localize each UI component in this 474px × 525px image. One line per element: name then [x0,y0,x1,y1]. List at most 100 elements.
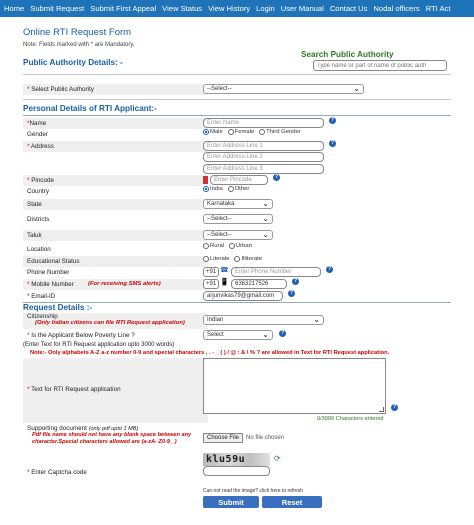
address-line-1-input[interactable]: Enter Address Line 1 [203,141,324,151]
gender-radio-group: Male Female Third Gender [203,129,304,136]
state-dropdown[interactable]: Karnataka ⌄ [203,199,273,209]
name-row [23,118,208,129]
help-icon[interactable]: ? [391,404,398,411]
taluk-dropdown[interactable]: --Select-- ⌄ [203,230,273,240]
country-other-radio[interactable] [227,186,234,193]
top-navigation: Home Submit Request Submit First Appeal … [0,0,474,17]
nav-contact-us[interactable]: Contact Us [330,4,368,13]
captcha-label: * Enter Captcha code [27,469,87,476]
citizenship-dropdown[interactable]: Indian ⌄ [203,315,324,325]
select-authority-dropdown[interactable]: --Select-- ⌄ [203,84,364,94]
nav-nodal-officers[interactable]: Nodal officers [373,4,419,13]
help-icon[interactable]: ? [329,117,336,124]
document-warning: Pdf file name should not have any blank … [32,432,192,445]
country-india-radio[interactable] [203,186,209,193]
help-icon[interactable]: ? [279,330,286,337]
name-input[interactable]: Enter Name [203,118,324,128]
submit-button[interactable]: Submit [203,496,259,508]
name-label: *Name [27,120,47,127]
education-radio-group: Literate Illiterate [203,256,265,263]
education-illiterate-radio[interactable] [234,256,241,263]
location-urban-radio[interactable] [228,243,235,250]
address-label: * Address [27,143,54,150]
refresh-icon[interactable]: ⟳ [274,454,281,463]
text-request-label: * Text for RTI Request application [27,386,121,393]
nav-view-status[interactable]: View Status [162,4,202,13]
mobile-input[interactable]: 6363217526 [231,279,287,289]
gender-male-radio[interactable] [203,129,209,136]
bpl-label: * Is the Applicant Below Poverty Line ? [27,332,135,339]
help-icon[interactable]: ? [288,290,295,297]
location-rural-radio[interactable] [203,243,209,250]
search-authority-title: Search Public Authority [301,50,394,59]
bpl-dropdown[interactable]: Select ⌄ [203,330,273,340]
email-label: * Email-ID [27,293,56,300]
nav-login[interactable]: Login [256,4,275,13]
chevron-down-icon: ⌄ [262,199,269,208]
help-icon[interactable]: ? [329,140,336,147]
education-label: Educational Status [27,258,80,265]
request-details-section-title: Request Details :- [23,303,93,312]
nav-submit-first-appeal[interactable]: Submit First Appeal [90,4,156,13]
districts-label: Districts [27,216,50,223]
select-authority-label: * Select Public Authority [27,86,94,93]
divider [23,74,451,75]
taluk-label: Taluk [27,232,42,239]
character-counter: 0/3000 Characters entered [317,416,384,422]
citizenship-label: Citizenship [27,313,58,320]
pincode-input[interactable]: Enter Pincode [210,175,268,185]
supporting-document-label: Supporting document (only pdf upto 1 MB) [27,425,139,432]
country-label: Country [27,188,50,195]
search-authority-input[interactable] [313,60,447,71]
text-request-textarea[interactable] [203,358,386,414]
page-title: Online RTI Request Form [23,27,132,38]
chevron-down-icon: ⌄ [353,84,360,93]
nav-home[interactable]: Home [4,4,24,13]
nav-submit-request[interactable]: Submit Request [30,4,84,13]
help-icon[interactable]: ? [273,174,280,181]
chevron-down-icon: ⌄ [262,214,269,223]
state-label: State [27,201,42,208]
no-file-text: No file chosen [246,435,285,441]
help-icon[interactable]: ? [326,266,333,273]
education-literate-radio[interactable] [203,256,209,263]
mobile-note: (For receiving SMS alerts) [88,281,161,287]
refresh-link[interactable]: Can not read the image? click here to re… [203,488,303,494]
chevron-down-icon: ⌄ [262,230,269,239]
location-radio-group: Rural Urban [203,243,255,250]
resize-handle-icon[interactable] [379,407,384,412]
location-label: Location [27,246,51,253]
mandatory-note: Note: Fields marked with * are Mandatory… [23,42,135,48]
citizenship-note: (Only Indian citizens can file RTI Reque… [35,320,185,326]
phone-input[interactable]: Enter Phone Number [231,267,321,277]
text-hint: (Enter Text for RTI Request application … [23,342,175,348]
personal-details-section-title: Personal Details of RTI Applicant:- [23,104,157,113]
gender-label: Gender [27,131,49,138]
file-upload: Choose File No file chosen [203,433,284,443]
districts-dropdown[interactable]: --Select-- ⌄ [203,214,273,224]
pincode-marker-icon [203,176,208,184]
divider [23,99,451,100]
phone-icon: ☎ [220,267,229,274]
nav-view-history[interactable]: View History [208,4,250,13]
divider [23,115,451,116]
chevron-down-icon: ⌄ [262,330,269,339]
address-line-3-input[interactable]: Enter Address Line 3 [203,164,324,174]
mobile-icon: 📱 [220,279,229,286]
address-line-2-input[interactable]: Enter Address Line 2 [203,152,324,162]
choose-file-button[interactable]: Choose File [203,433,244,443]
allowed-characters-note: Note:- Only alphabets A-Z a-z number 0-9… [30,350,390,356]
taluk-row [23,230,208,241]
state-row [23,199,208,210]
reset-button[interactable]: Reset [262,496,322,508]
gender-third-radio[interactable] [259,129,266,136]
help-icon[interactable]: ? [292,278,299,285]
nav-rti-act[interactable]: RTI Act [426,4,451,13]
captcha-image: klu59u [203,453,270,466]
gender-female-radio[interactable] [227,129,234,136]
captcha-input[interactable] [203,466,270,476]
nav-user-manual[interactable]: User Manual [281,4,324,13]
email-input[interactable]: arjunvikas79@gmail.com [203,291,283,301]
country-radio-group: India Other [203,186,252,193]
pincode-label: * Pincode [27,177,54,184]
